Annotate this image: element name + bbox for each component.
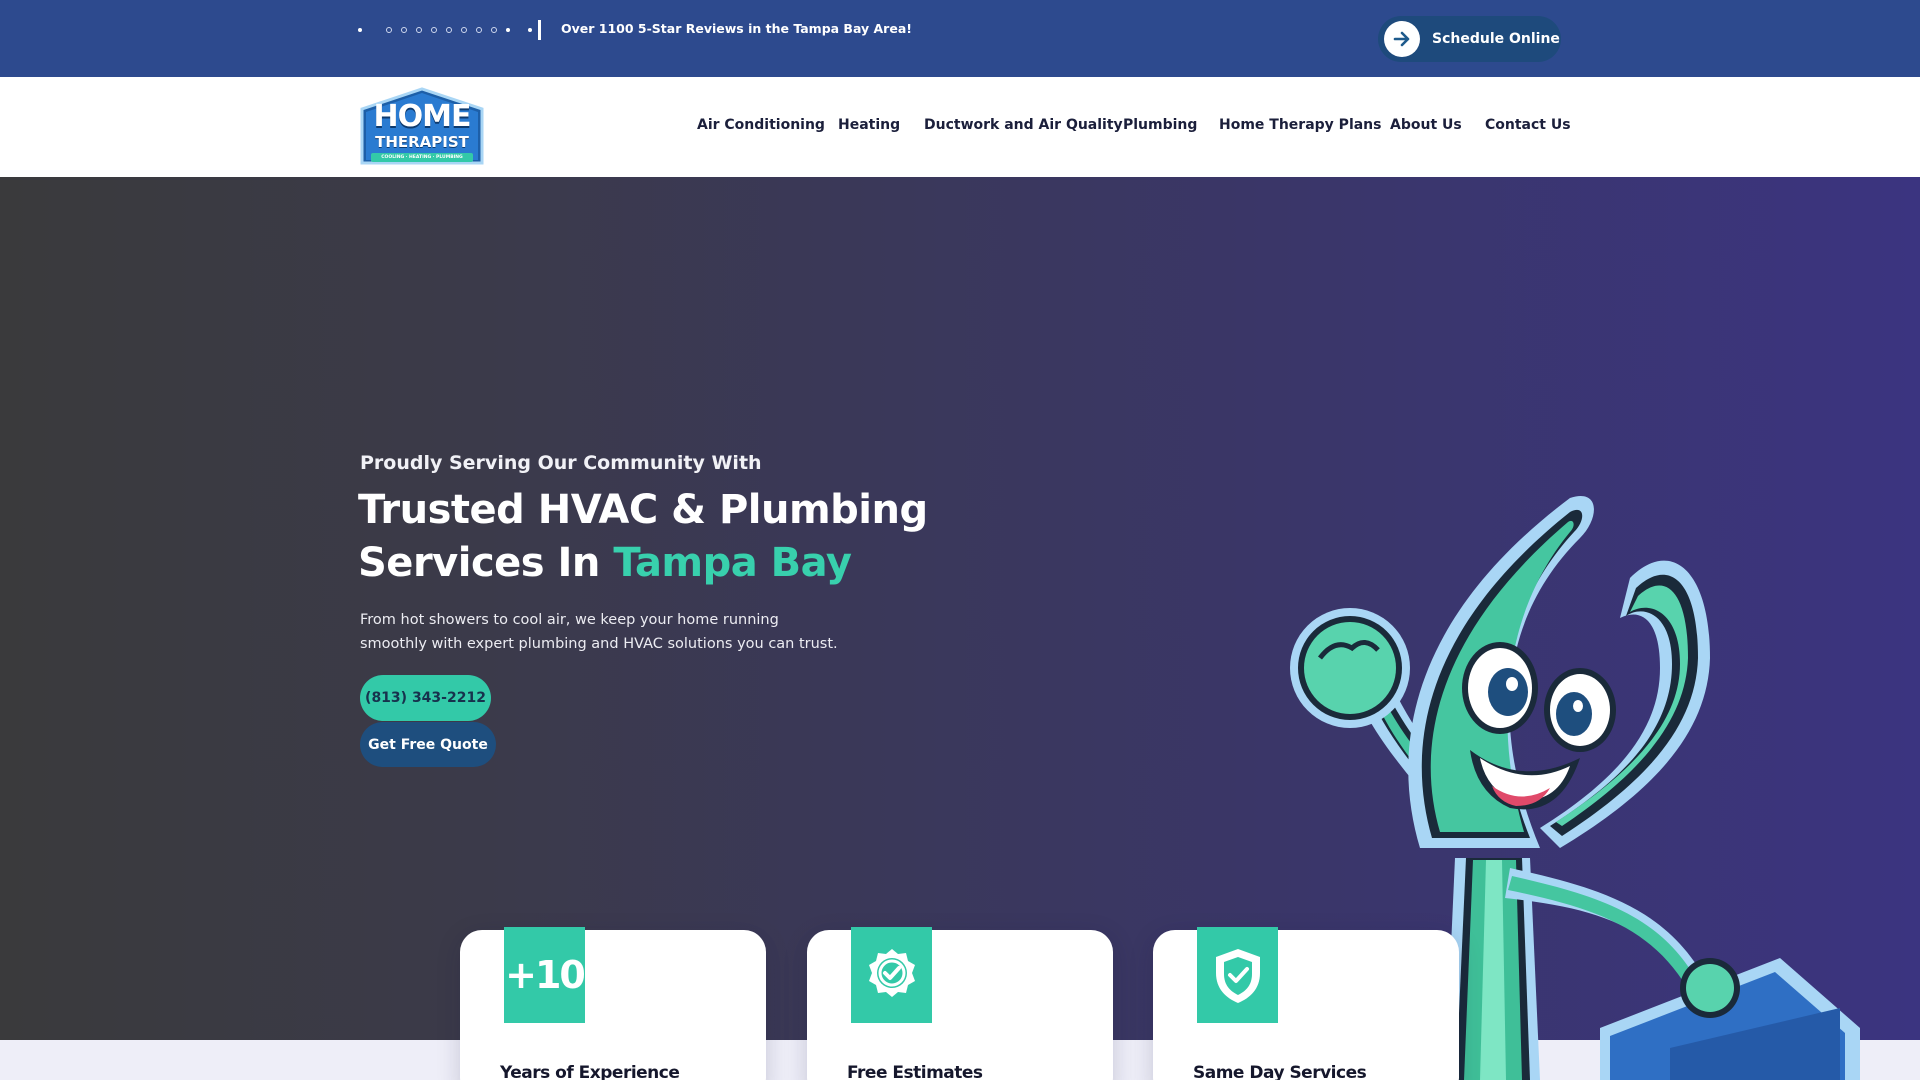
reviews-banner-text: Over 1100 5-Star Reviews in the Tampa Ba… bbox=[561, 21, 912, 36]
feature-card-free-estimates: Free Estimates bbox=[807, 927, 1113, 1080]
nav-item-ductwork[interactable]: Ductwork and Air Quality bbox=[924, 117, 1123, 133]
hero-subtitle: Proudly Serving Our Community With bbox=[360, 452, 762, 474]
hero-headline-accent: Tampa Bay bbox=[613, 540, 852, 586]
main-nav: Air Conditioning Heating Ductwork and Ai… bbox=[0, 117, 1920, 137]
feature-card-same-day: Same Day Services bbox=[1153, 927, 1459, 1080]
hero-description: From hot showers to cool air, we keep yo… bbox=[360, 612, 838, 652]
hero-headline-line2: Services In bbox=[358, 540, 614, 586]
schedule-online-label: Schedule Online bbox=[1432, 31, 1560, 47]
rating-stars-decoration bbox=[358, 20, 541, 40]
feature-title: Years of Experience bbox=[500, 1063, 680, 1080]
feature-title: Same Day Services bbox=[1193, 1063, 1367, 1080]
top-bar: Over 1100 5-Star Reviews in the Tampa Ba… bbox=[0, 0, 1920, 77]
years-badge-text: +10 bbox=[505, 953, 586, 997]
years-badge: +10 bbox=[504, 927, 586, 1023]
feature-card-experience: +10 Years of Experience bbox=[460, 927, 766, 1080]
nav-item-heating[interactable]: Heating bbox=[838, 117, 900, 133]
shield-check-icon bbox=[1197, 927, 1278, 1023]
schedule-online-button[interactable]: Schedule Online bbox=[1378, 16, 1561, 62]
phone-call-button[interactable]: (813) 343-2212 bbox=[360, 675, 491, 721]
hero-headline-line1: Trusted HVAC & Plumbing bbox=[358, 487, 928, 533]
logo-tagline: COOLING · HEATING · PLUMBING bbox=[371, 153, 473, 162]
nav-item-home-therapy-plans[interactable]: Home Therapy Plans bbox=[1219, 117, 1381, 133]
feature-title: Free Estimates bbox=[847, 1063, 983, 1080]
nav-item-plumbing[interactable]: Plumbing bbox=[1123, 117, 1197, 133]
nav-item-contact-us[interactable]: Contact Us bbox=[1485, 117, 1571, 133]
hero-headline: Trusted HVAC & Plumbing Services In Tamp… bbox=[358, 484, 928, 590]
nav-item-air-conditioning[interactable]: Air Conditioning bbox=[697, 117, 825, 133]
get-free-quote-button[interactable]: Get Free Quote bbox=[360, 722, 496, 767]
check-seal-icon bbox=[851, 927, 932, 1023]
arrow-right-icon bbox=[1384, 21, 1420, 57]
nav-item-about-us[interactable]: About Us bbox=[1390, 117, 1462, 133]
